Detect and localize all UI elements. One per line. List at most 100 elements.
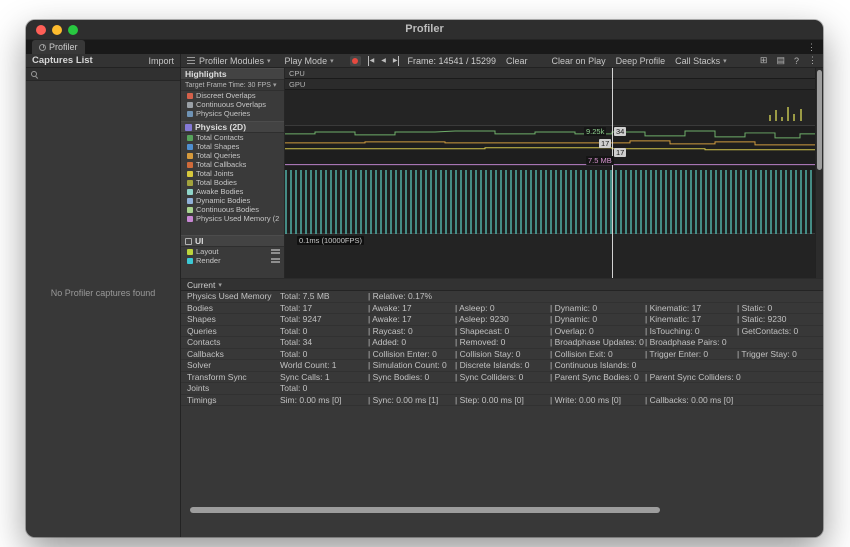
record-button[interactable] bbox=[349, 55, 361, 66]
horizontal-scrollbar-thumb[interactable] bbox=[190, 507, 660, 513]
profiler-area: Highlights Target Frame Time: 30 FPS ▾ D… bbox=[181, 68, 823, 537]
table-row: Shapes Total: 9247 | Awake: 17 | Asleep:… bbox=[181, 314, 823, 326]
import-button[interactable]: Import bbox=[148, 56, 174, 66]
details-panel: Current ▾ Physics Used Memory Total: 7.5… bbox=[181, 278, 823, 537]
tab-strip: Profiler ⋮ bbox=[26, 40, 823, 54]
module-header-physics-2d[interactable]: Physics (2D) bbox=[181, 121, 284, 133]
cell: | Sync: 0.00 ms [1] bbox=[368, 394, 439, 405]
window-controls bbox=[36, 25, 78, 35]
ui-title: UI bbox=[195, 236, 204, 246]
legend-label: Total Joints bbox=[196, 169, 234, 178]
highlights-spike bbox=[787, 107, 789, 121]
profiler-chart[interactable]: CPU GPU 9.25k 34 17 17 7.5 MB 0.1ms (100… bbox=[285, 68, 815, 278]
physics-2d-icon bbox=[185, 123, 192, 131]
legend-item[interactable]: Total Joints bbox=[181, 169, 284, 178]
table-row: Callbacks Total: 0 | Collision Enter: 0 … bbox=[181, 348, 823, 360]
ui-chart[interactable] bbox=[285, 234, 815, 278]
legend-item[interactable]: Total Queries bbox=[181, 151, 284, 160]
charts-vertical-scrollbar[interactable] bbox=[815, 68, 823, 278]
profiler-modules-dropdown[interactable]: Profiler Modules ▾ bbox=[199, 56, 271, 66]
physics-2d-title: Physics (2D) bbox=[195, 122, 247, 132]
row-label: Shapes bbox=[187, 314, 216, 325]
legend-label: Physics Used Memory (2D) bbox=[196, 214, 280, 223]
legend-item[interactable]: Dynamic Bodies bbox=[181, 196, 284, 205]
legend-item[interactable]: Physics Queries bbox=[181, 109, 284, 118]
cell: | Shapecast: 0 bbox=[455, 325, 510, 336]
play-mode-dropdown[interactable]: Play Mode ▾ bbox=[285, 56, 334, 66]
legend-item[interactable]: Total Bodies bbox=[181, 178, 284, 187]
help-icon[interactable]: ? bbox=[794, 56, 799, 66]
clear-on-play-toggle[interactable]: Clear on Play bbox=[552, 56, 606, 66]
cell: | Discrete Islands: 0 bbox=[455, 360, 530, 371]
current-frame-marker[interactable] bbox=[612, 68, 613, 278]
details-view-dropdown[interactable]: Current ▾ bbox=[181, 278, 823, 291]
legend-color-chip bbox=[187, 188, 193, 195]
previous-frame-button[interactable]: ◀ bbox=[381, 56, 386, 66]
profiler-modules-icon bbox=[187, 57, 195, 64]
clear-button[interactable]: Clear bbox=[506, 56, 528, 66]
highlights-chart[interactable] bbox=[285, 90, 815, 126]
contacts-peak-label: 9.25k bbox=[584, 127, 607, 136]
load-profile-icon[interactable]: ▤ bbox=[776, 55, 785, 66]
tab-profiler[interactable]: Profiler bbox=[32, 40, 85, 54]
module-header-highlights[interactable]: Highlights bbox=[181, 68, 284, 80]
next-frame-button[interactable]: ▶ bbox=[393, 55, 400, 66]
frame-counter: Frame: 14541 / 15299 bbox=[407, 55, 497, 66]
call-stacks-label: Call Stacks bbox=[675, 55, 721, 66]
legend-item[interactable]: Continuous Bodies bbox=[181, 205, 284, 214]
legend-label: Total Callbacks bbox=[196, 160, 247, 169]
row-label: Bodies bbox=[187, 302, 213, 313]
legend-item[interactable]: Physics Used Memory (2D) bbox=[181, 214, 284, 223]
cell: | Trigger Enter: 0 bbox=[645, 348, 709, 359]
legend-color-chip bbox=[187, 179, 193, 186]
legend-color-chip bbox=[187, 92, 193, 99]
captures-empty-message: No Profiler captures found bbox=[50, 288, 156, 298]
legend-item[interactable]: Total Callbacks bbox=[181, 160, 284, 169]
legend-item[interactable]: Layout bbox=[181, 247, 284, 256]
legend-item[interactable]: Total Shapes bbox=[181, 142, 284, 151]
legend-label: Continuous Overlaps bbox=[196, 100, 267, 109]
profiler-toolbar: Profiler Modules ▾ Play Mode ▾ ◀ ◀ ▶ Fra… bbox=[181, 54, 823, 67]
cell: | IsTouching: 0 bbox=[645, 325, 700, 336]
captures-search-input[interactable] bbox=[26, 68, 180, 81]
ui-module-icon bbox=[185, 237, 192, 245]
row-label: Physics Used Memory bbox=[187, 291, 272, 302]
cell: | Simulation Count: 0 bbox=[368, 360, 447, 371]
charts-region: Highlights Target Frame Time: 30 FPS ▾ D… bbox=[181, 68, 823, 278]
cell: | Asleep: 9230 bbox=[455, 314, 509, 325]
cell: | Collision Stay: 0 bbox=[455, 348, 521, 359]
legend-item[interactable]: Render bbox=[181, 256, 284, 265]
toolbar-menu-icon[interactable]: ⋮ bbox=[808, 55, 817, 66]
legend-item[interactable]: Discreet Overlaps bbox=[181, 91, 284, 100]
physics-2d-chart[interactable] bbox=[285, 126, 815, 234]
cell: Total: 0 bbox=[280, 325, 308, 336]
cell: World Count: 1 bbox=[280, 360, 337, 371]
legend-color-chip bbox=[187, 257, 193, 264]
legend-label: Layout bbox=[196, 247, 219, 256]
legend-item[interactable]: Total Contacts bbox=[181, 133, 284, 142]
highlights-spike bbox=[781, 117, 783, 121]
call-stacks-dropdown[interactable]: Call Stacks ▾ bbox=[675, 56, 727, 66]
window-menu-icon[interactable]: ⋮ bbox=[807, 40, 816, 54]
legend-label: Discreet Overlaps bbox=[196, 91, 256, 100]
vertical-scrollbar-thumb[interactable] bbox=[817, 70, 822, 170]
legend-item[interactable]: Awake Bodies bbox=[181, 187, 284, 196]
close-button[interactable] bbox=[36, 25, 46, 35]
save-profile-icon[interactable]: ⊞ bbox=[760, 55, 768, 66]
legend-color-chip bbox=[187, 152, 193, 159]
main-area: No Profiler captures found Highlights Ta… bbox=[26, 68, 823, 537]
minimize-button[interactable] bbox=[52, 25, 62, 35]
target-frame-time-dropdown[interactable]: Target Frame Time: 30 FPS ▾ bbox=[181, 80, 284, 91]
deep-profile-toggle[interactable]: Deep Profile bbox=[616, 56, 666, 66]
module-header-ui[interactable]: UI bbox=[181, 235, 284, 247]
legend-item[interactable]: Continuous Overlaps bbox=[181, 100, 284, 109]
cell: | Step: 0.00 ms [0] bbox=[455, 394, 524, 405]
first-frame-button[interactable]: ◀ bbox=[367, 55, 374, 66]
cell: | Awake: 17 bbox=[368, 314, 412, 325]
highlights-title: Highlights bbox=[185, 69, 227, 79]
cell: | Raycast: 0 bbox=[368, 325, 413, 336]
legend-label: Total Contacts bbox=[196, 133, 244, 142]
captures-header: Captures List Import bbox=[26, 54, 181, 67]
cell: | Overlap: 0 bbox=[550, 325, 594, 336]
zoom-button[interactable] bbox=[68, 25, 78, 35]
